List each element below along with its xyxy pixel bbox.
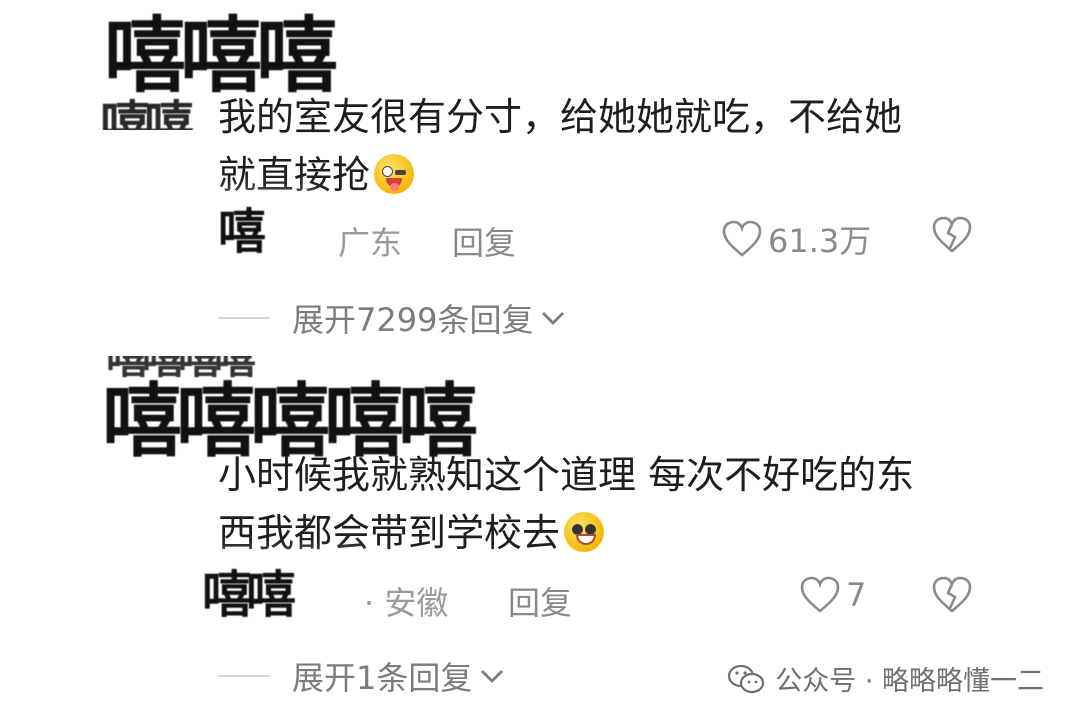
location-label: · 安徽 [364,584,449,622]
username-mosaic-text-2: 嘻嘻 [100,96,194,130]
time-mosaic-text: 嘻 [218,206,266,260]
expand-replies-label: 展开7299条回复 [292,301,534,339]
comment-text-line-2: 就直接抢 [218,146,902,204]
broken-heart-icon [932,216,972,253]
chevron-down-icon [481,670,504,683]
like-count: 7 [846,576,867,614]
like-button[interactable]: 7 [800,576,866,614]
heart-icon [800,576,840,613]
location-label: 广东 [338,224,403,262]
broken-heart-icon [932,576,972,613]
username-mosaic-text: 嘻嘻嘻 [104,10,338,104]
divider-line [218,317,270,319]
reply-button[interactable]: 回复 [508,578,572,624]
like-button[interactable]: 61.3万 [722,216,871,262]
comment-text-line-2: 西我都会带到学校去 [218,504,914,562]
comment-text-line-1: 我的室友很有分寸，给她她就吃，不给她 [218,95,903,139]
like-count: 61.3万 [768,222,872,260]
comment-text: 我的室友很有分寸，给她她就吃，不给她 就直接抢 [218,88,902,204]
expand-replies-label: 展开1条回复 [292,659,473,697]
comment-meta: 嘻嘻 · 安徽 回复 7 [198,566,978,626]
dislike-button[interactable] [932,216,972,262]
dislike-button[interactable] [932,576,972,622]
wechat-icon [728,664,765,693]
time-mosaic: 嘻 [214,206,314,262]
reply-button[interactable]: 回复 [452,218,516,264]
comment-meta: 嘻 广东 回复 61.3万 [214,206,978,262]
grin-emoji-icon [564,512,605,552]
comment-text-line-1: 小时候我就熟知这个道理 每次不好吃的东 [218,453,915,497]
time-mosaic-text: 嘻嘻 [202,566,296,624]
expand-replies-button[interactable]: 展开1条回复 [218,654,506,698]
time-mosaic: 嘻嘻 [198,566,358,626]
watermark-text: 公众号 · 略略略懂一二 [775,666,1044,697]
expand-replies-button[interactable]: 展开7299条回复 [218,296,567,340]
divider-line [218,675,270,677]
chevron-down-icon [542,312,565,325]
watermark: 公众号 · 略略略懂一二 [727,659,1044,698]
heart-icon [722,220,762,257]
comment-text: 小时候我就熟知这个道理 每次不好吃的东 西我都会带到学校去 [218,446,914,562]
wink-tongue-emoji-icon [374,154,415,194]
